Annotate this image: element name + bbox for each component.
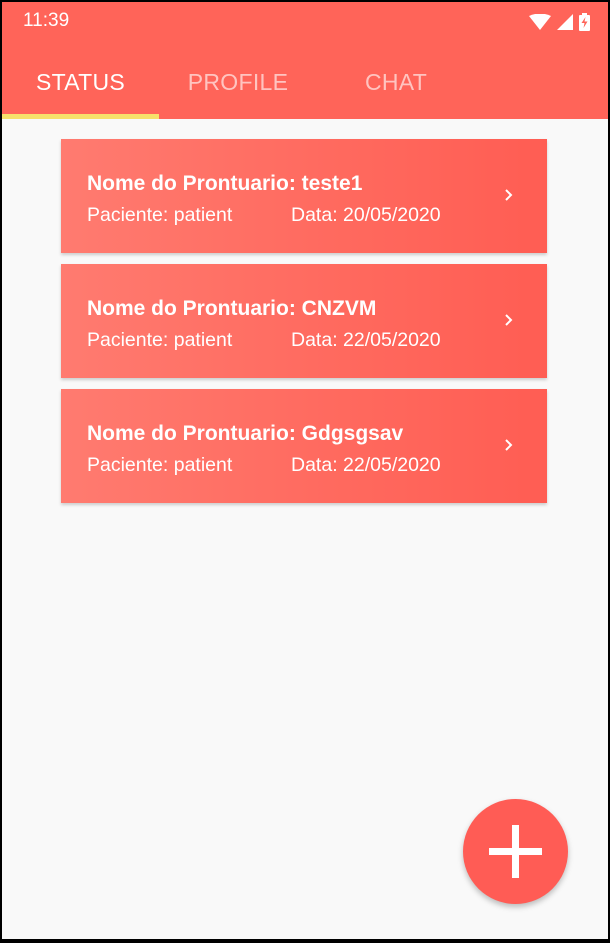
record-card[interactable]: Nome do Prontuario: teste1 Paciente: pat… [61, 139, 547, 253]
status-time: 11:39 [23, 10, 70, 31]
record-patient: Paciente: patient [87, 329, 233, 351]
records-list: Nome do Prontuario: teste1 Paciente: pat… [61, 139, 547, 514]
battery-charging-icon [579, 13, 590, 31]
app-bar: 11:39 STATUS PROFILE CHAT [2, 2, 608, 119]
plus-icon [489, 825, 542, 878]
record-patient: Paciente: patient [87, 204, 233, 226]
record-date: Data: 22/05/2020 [291, 454, 441, 476]
chevron-right-icon [505, 314, 513, 326]
record-date: Data: 20/05/2020 [291, 204, 441, 226]
record-title: Nome do Prontuario: teste1 [87, 172, 363, 195]
signal-icon [557, 14, 573, 30]
record-date: Data: 22/05/2020 [291, 329, 441, 351]
app-screen: 11:39 STATUS PROFILE CHAT Nome do Prontu… [2, 2, 608, 939]
record-patient: Paciente: patient [87, 454, 233, 476]
record-title: Nome do Prontuario: Gdgsgsav [87, 422, 404, 445]
record-card[interactable]: Nome do Prontuario: CNZVM Paciente: pati… [61, 264, 547, 378]
chevron-right-icon [505, 189, 513, 201]
tab-status[interactable]: STATUS [2, 54, 159, 110]
tab-profile[interactable]: PROFILE [162, 54, 314, 110]
status-icons [529, 13, 590, 31]
status-bar: 11:39 [2, 2, 608, 40]
record-title: Nome do Prontuario: CNZVM [87, 297, 377, 320]
add-record-button[interactable] [463, 799, 568, 904]
tab-bar: STATUS PROFILE CHAT [2, 54, 608, 119]
wifi-icon [529, 14, 551, 30]
tab-indicator [2, 114, 159, 119]
record-card[interactable]: Nome do Prontuario: Gdgsgsav Paciente: p… [61, 389, 547, 503]
chevron-right-icon [505, 439, 513, 451]
tab-chat[interactable]: CHAT [320, 54, 472, 110]
